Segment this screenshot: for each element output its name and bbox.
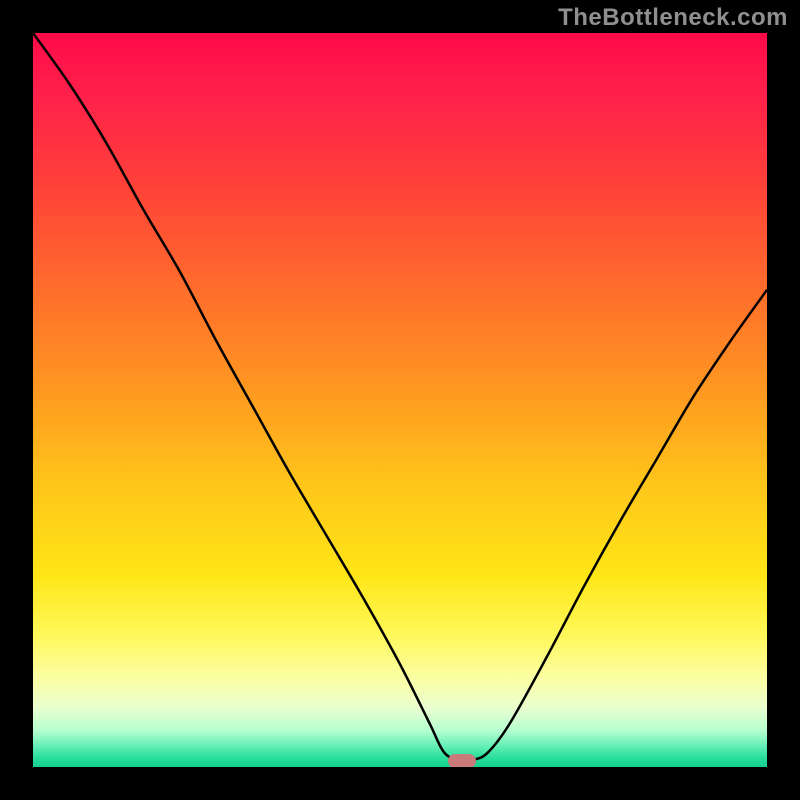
chart-frame: TheBottleneck.com (0, 0, 800, 800)
plot-background-gradient (33, 33, 767, 767)
plot-area (33, 33, 767, 767)
minimum-marker (448, 754, 476, 767)
watermark-text: TheBottleneck.com (558, 4, 788, 32)
